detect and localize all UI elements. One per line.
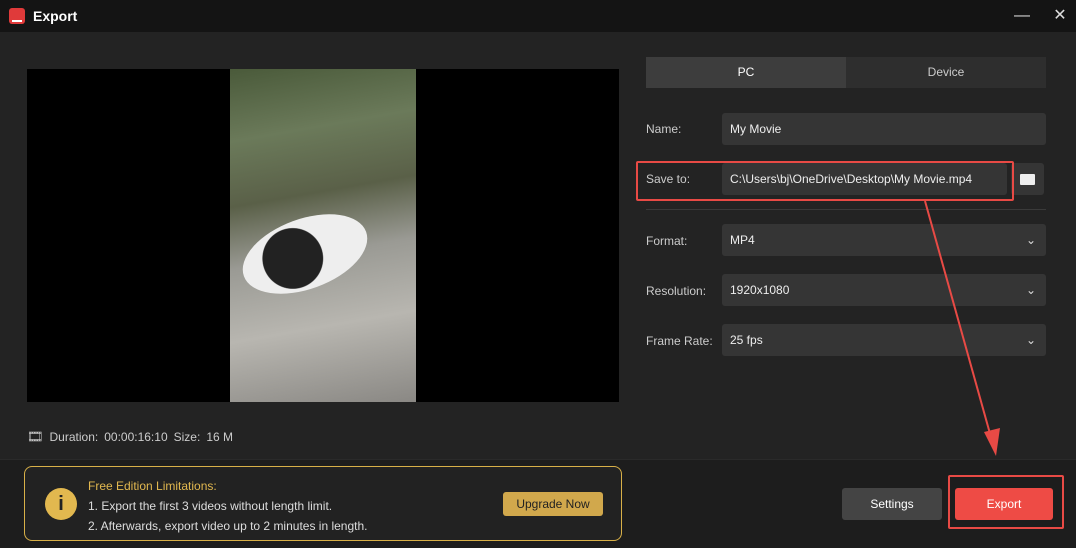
annotation-arrow	[924, 200, 1000, 456]
